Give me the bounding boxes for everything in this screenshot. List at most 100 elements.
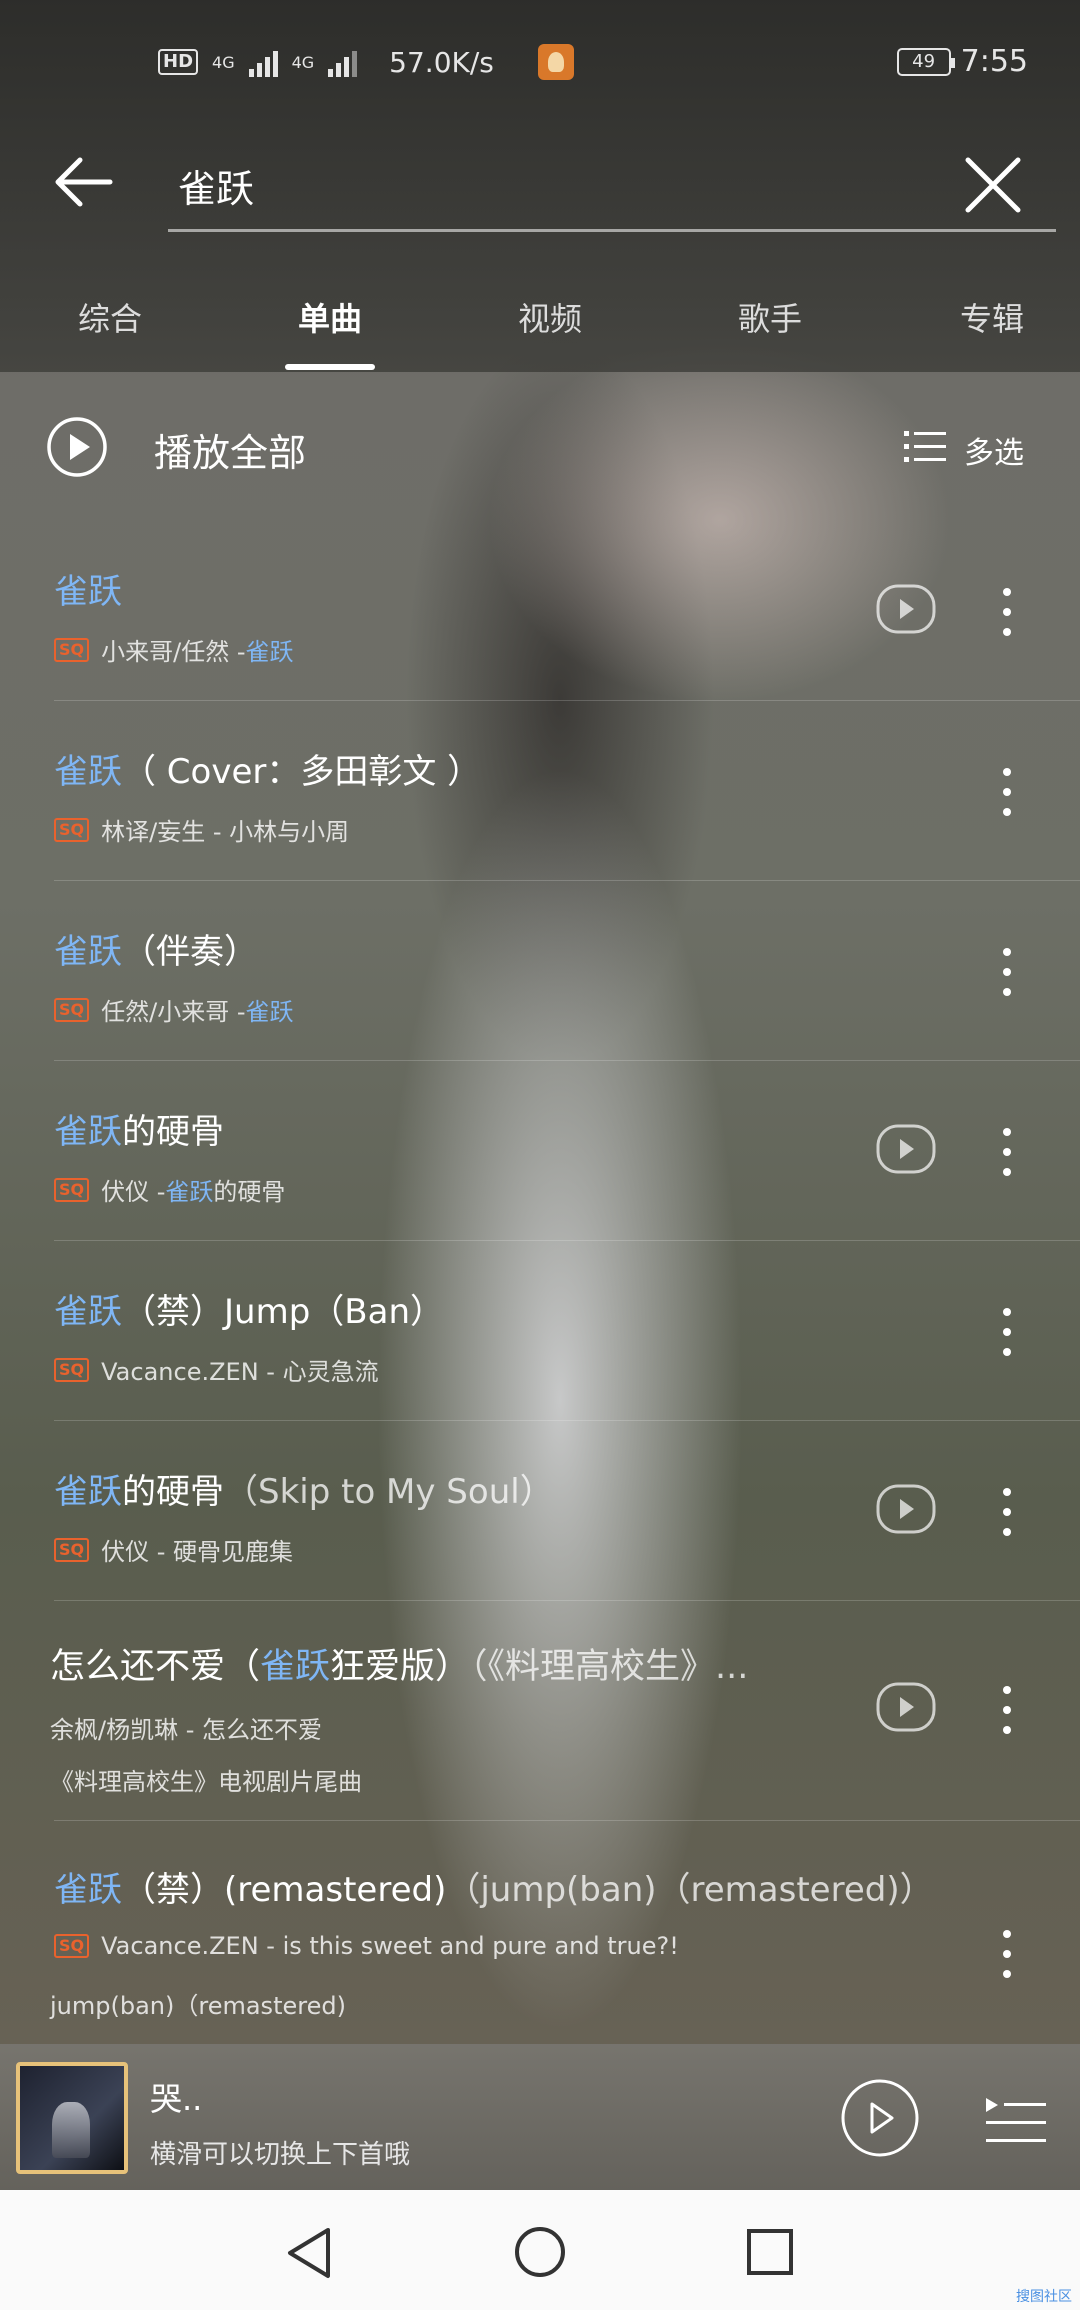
system-nav-bar: 搜图社区	[0, 2190, 1080, 2310]
nav-recents-icon[interactable]	[746, 2228, 794, 2276]
list-item[interactable]: 怎么还不爱（雀跃狂爱版）（《料理高校生》... 余枫/杨凯琳 - 怎么还不爱 《…	[0, 1600, 1080, 1821]
list-icon[interactable]	[904, 428, 946, 464]
list-item[interactable]: 雀跃 SQ 小来哥/任然 - 雀跃	[0, 520, 1080, 701]
song-title-text: （伴奏）	[122, 932, 258, 972]
song-artist: 林译/妄生 - 小林与小周	[101, 818, 350, 846]
song-title-highlight: 雀跃	[54, 1292, 122, 1332]
song-album-highlight: 雀跃	[245, 638, 294, 666]
watermark: 搜图社区	[1016, 2289, 1072, 2305]
song-subtitle: 余枫/杨凯琳 - 怎么还不爱	[50, 1710, 322, 1745]
network-type-label: 4G	[212, 52, 235, 72]
list-item[interactable]: 雀跃（禁）(remastered)（jump(ban)（remastered)）…	[0, 1820, 1080, 2044]
app-notification-icon	[537, 44, 574, 80]
sq-badge: SQ	[54, 1357, 90, 1382]
list-item[interactable]: 雀跃的硬骨（Skip to My Soul） SQ 伏仪 - 硬骨见鹿集	[0, 1420, 1080, 1601]
song-title-text: （禁）(remastered)	[122, 1870, 447, 1910]
more-options-icon[interactable]	[992, 584, 1022, 640]
now-playing-hint: 横滑可以切换上下首哦	[150, 2140, 411, 2170]
list-item[interactable]: 雀跃（伴奏） SQ 任然/小来哥 - 雀跃	[0, 880, 1080, 1061]
song-title: 雀跃（ Cover：多田彰文 ）	[54, 744, 481, 793]
song-title-alias: （《料理高校生》...	[470, 1647, 749, 1687]
tab-overall[interactable]: 综合	[30, 294, 190, 340]
tab-videos[interactable]: 视频	[470, 294, 630, 340]
song-title-text: 狂爱版）	[330, 1647, 471, 1687]
sq-badge: SQ	[54, 637, 90, 662]
song-description: 《料理高校生》电视剧片尾曲	[50, 1768, 362, 1796]
back-arrow-icon[interactable]	[52, 150, 116, 214]
search-input[interactable]	[178, 158, 938, 212]
network-type-label-2: 4G	[291, 52, 315, 72]
nav-back-icon[interactable]	[284, 2226, 334, 2280]
song-title-highlight: 雀跃	[54, 1870, 122, 1910]
mv-play-icon[interactable]	[876, 1484, 936, 1534]
mini-player[interactable]: 哭.. 横滑可以切换上下首哦	[0, 2044, 1080, 2190]
tab-artists[interactable]: 歌手	[690, 294, 850, 340]
more-options-icon[interactable]	[992, 1124, 1022, 1180]
sq-badge: SQ	[54, 1177, 90, 1202]
playlist-queue-icon[interactable]	[984, 2094, 1046, 2144]
mv-play-icon[interactable]	[876, 1682, 936, 1732]
song-artist: 余枫/杨凯琳 - 怎么还不爱	[50, 1716, 323, 1744]
song-title: 雀跃的硬骨	[54, 1104, 224, 1153]
song-title: 雀跃（禁）(remastered)（jump(ban)（remastered)）	[54, 1862, 934, 1911]
song-title-highlight: 雀跃	[54, 1472, 122, 1512]
mv-play-icon[interactable]	[876, 1124, 936, 1174]
network-speed: 57.0K/s	[389, 45, 494, 79]
battery-icon: 49	[896, 47, 955, 76]
search-field[interactable]	[168, 140, 1056, 232]
song-title-highlight: 雀跃	[54, 932, 122, 972]
song-description: jump(ban)（remastered)	[50, 1992, 346, 2020]
song-subtitle: SQ 伏仪 - 雀跃 的硬骨	[54, 1172, 285, 1207]
nav-home-icon[interactable]	[514, 2226, 566, 2278]
play-all-icon[interactable]	[46, 416, 108, 478]
song-artist: Vacance.ZEN - is this sweet and pure and…	[101, 1932, 679, 1960]
more-options-icon[interactable]	[992, 944, 1022, 1000]
song-title-text: （ Cover：多田彰文 ）	[122, 752, 482, 792]
play-all-button[interactable]: 播放全部	[154, 422, 306, 477]
song-title-text: 的硬骨	[122, 1472, 224, 1512]
song-subtitle: SQ 任然/小来哥 - 雀跃	[54, 992, 294, 1027]
song-artist: 任然/小来哥 -	[101, 998, 246, 1026]
signal-icon-2	[328, 47, 358, 77]
more-options-icon[interactable]	[992, 1682, 1022, 1738]
song-title-highlight: 雀跃	[260, 1647, 331, 1687]
song-subtitle: SQ Vacance.ZEN - is this sweet and pure …	[54, 1932, 679, 1960]
song-title-alias: （jump(ban)（remastered)）	[446, 1870, 934, 1910]
song-title-highlight: 雀跃	[54, 1112, 122, 1152]
list-item[interactable]: 雀跃（ Cover：多田彰文 ） SQ 林译/妄生 - 小林与小周	[0, 700, 1080, 881]
song-title: 怎么还不爱（雀跃狂爱版）（《料理高校生》...	[50, 1638, 748, 1689]
song-subtitle: SQ 林译/妄生 - 小林与小周	[54, 812, 349, 847]
song-subtitle: SQ Vacance.ZEN - 心灵急流	[54, 1352, 379, 1387]
song-title-text: （禁）Jump（Ban）	[122, 1292, 444, 1332]
song-title: 雀跃的硬骨（Skip to My Soul）	[54, 1464, 554, 1513]
list-item[interactable]: 雀跃（禁）Jump（Ban） SQ Vacance.ZEN - 心灵急流	[0, 1240, 1080, 1421]
hd-indicator: HD	[158, 49, 199, 75]
list-item[interactable]: 雀跃的硬骨 SQ 伏仪 - 雀跃 的硬骨	[0, 1060, 1080, 1241]
song-artist: 伏仪 -	[101, 1178, 166, 1206]
song-album-text: 的硬骨	[213, 1178, 286, 1206]
more-options-icon[interactable]	[992, 764, 1022, 820]
song-title: 雀跃（伴奏）	[54, 924, 258, 973]
status-bar: HD 4G 4G 57.0K/s 49 7:55	[0, 0, 1080, 120]
song-subtitle: SQ 伏仪 - 硬骨见鹿集	[54, 1532, 293, 1567]
song-title-text: 怎么还不爱（	[50, 1647, 261, 1687]
tab-albums[interactable]: 专辑	[912, 294, 1072, 340]
more-options-icon[interactable]	[992, 1926, 1022, 1982]
multi-select-button[interactable]: 多选	[964, 428, 1024, 472]
active-tab-indicator	[285, 364, 375, 370]
more-options-icon[interactable]	[992, 1484, 1022, 1540]
more-options-icon[interactable]	[992, 1304, 1022, 1360]
clear-search-icon[interactable]	[960, 152, 1026, 218]
search-tabs: 综合 单曲 视频 歌手 专辑	[0, 280, 1080, 372]
song-album-highlight: 雀跃	[245, 998, 294, 1026]
song-artist: 小来哥/任然 -	[101, 638, 246, 666]
song-title-highlight: 雀跃	[54, 752, 122, 792]
play-button-icon[interactable]	[840, 2078, 920, 2158]
song-title: 雀跃（禁）Jump（Ban）	[54, 1284, 444, 1333]
mv-play-icon[interactable]	[876, 584, 936, 634]
tab-songs[interactable]: 单曲	[250, 294, 410, 340]
song-title-text: 的硬骨	[122, 1112, 224, 1152]
album-art[interactable]	[16, 2062, 128, 2174]
signal-icon	[248, 47, 278, 77]
sq-badge: SQ	[54, 1934, 90, 1958]
